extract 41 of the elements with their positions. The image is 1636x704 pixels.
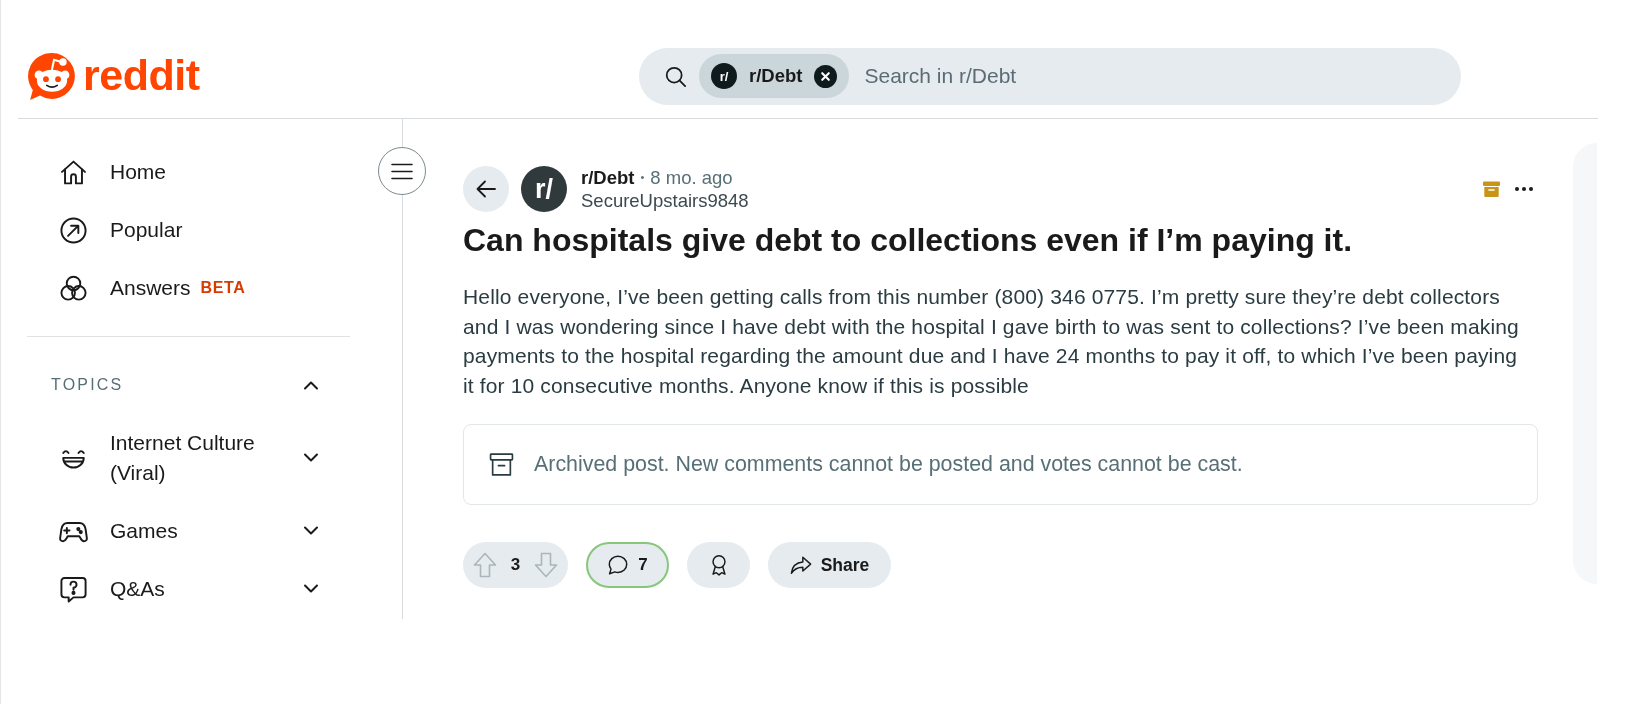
menu-icon (391, 162, 413, 180)
post-age: 8 mo. ago (650, 165, 733, 190)
chevron-down-icon[interactable] (303, 584, 319, 594)
share-button[interactable]: Share (768, 541, 891, 588)
award-button[interactable] (687, 541, 750, 588)
post-body: Hello everyone, I’ve been getting calls from this number (800) 346 0775. I’m pretty sure they’re debt collectors and I was wondering since I have debt with the hospital I gave birth to was sent to collections? I’ve been making payments to the hospital regarding the amount due and I have 24 months to pay it off, to which I’ve been paying it for 10 consecutive months. Anyone know if this is possible (463, 284, 1520, 400)
nav-item[interactable]: Popular (59, 214, 183, 246)
question-bubble-icon (59, 574, 88, 604)
search-input[interactable]: Search in r/Debt (864, 60, 1441, 92)
topics-heading: TOPICS (51, 375, 124, 395)
beta-label: BETA (200, 278, 246, 298)
chevron-up-icon[interactable] (303, 380, 319, 390)
chevron-down-icon[interactable] (303, 453, 319, 463)
more-options-icon[interactable] (1515, 187, 1533, 191)
topic-item[interactable]: Games (59, 516, 178, 546)
logo-icon[interactable] (27, 51, 77, 101)
comments-button[interactable]: 7 (586, 541, 669, 588)
subreddit-avatar: r/ (711, 63, 737, 89)
nav-item[interactable]: Answers BETA (59, 272, 246, 304)
nav-item[interactable]: Home (59, 156, 167, 188)
scope-subreddit-name: r/Debt (749, 64, 803, 89)
search-bar[interactable]: r/ r/Debt Search in r/Debt (639, 47, 1461, 105)
topic-item[interactable]: Q&As (59, 574, 165, 604)
subreddit-avatar[interactable]: r/ (521, 166, 567, 212)
speech-bubble-icon (607, 553, 630, 576)
chevron-down-icon[interactable] (303, 526, 319, 536)
separator-dot: • (640, 170, 645, 186)
arrow-left-icon (476, 180, 496, 198)
sidebar-toggle-button[interactable] (378, 147, 426, 195)
vote-score: 3 (510, 554, 521, 577)
archive-box-icon (489, 451, 514, 477)
back-button[interactable] (463, 166, 509, 212)
post-title: Can hospitals give debt to collections even if I’m paying it. (463, 222, 1354, 258)
three-circles-icon (59, 273, 88, 303)
close-icon[interactable] (814, 64, 838, 88)
subreddit-link[interactable]: r/Debt (581, 163, 635, 192)
archived-notice-text: Archived post. New comments cannot be posted and votes cannot be cast. (534, 451, 1243, 479)
author-link[interactable]: SecureUpstairs9848 (581, 189, 749, 212)
topic-item[interactable]: Internet Culture (Viral) (59, 428, 284, 488)
arrow-circle-icon (59, 215, 88, 245)
search-icon (665, 65, 686, 87)
